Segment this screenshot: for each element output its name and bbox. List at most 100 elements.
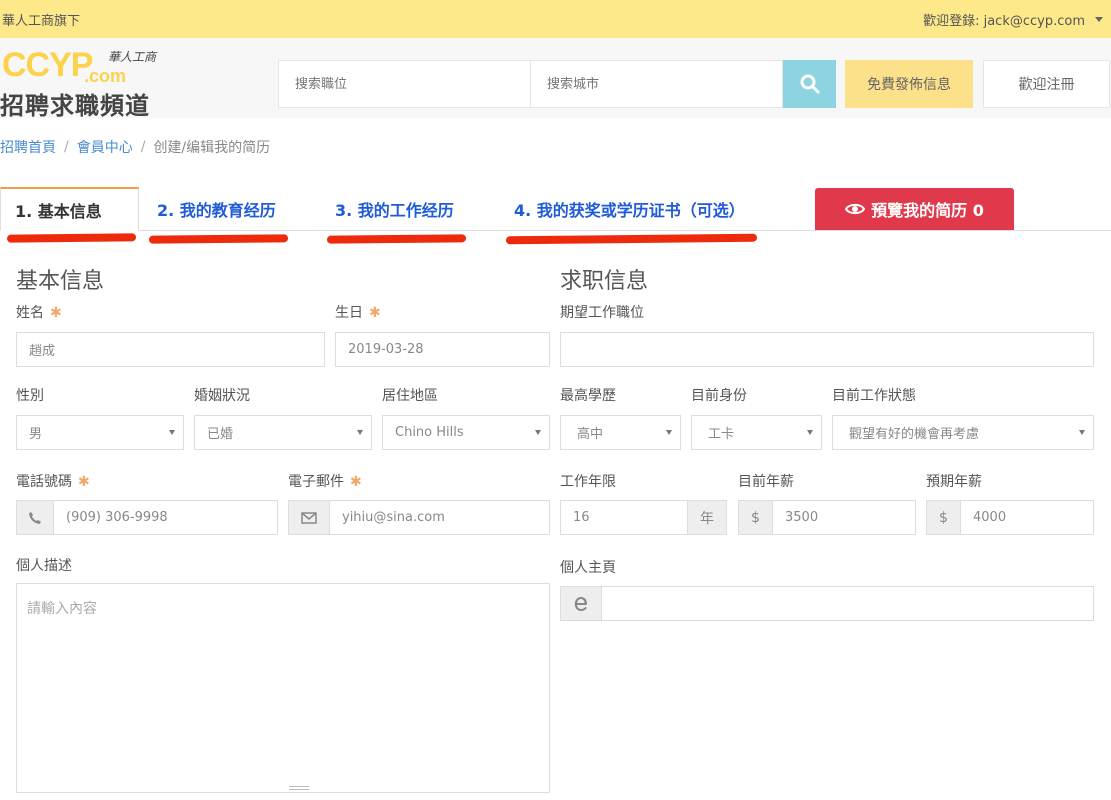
- email-label: 電子郵件 ✱: [288, 471, 362, 491]
- preview-label: 預覽我的简历 0: [871, 201, 984, 220]
- phone-icon-addon: [16, 500, 54, 535]
- preview-resume-button[interactable]: 預覽我的简历 0: [815, 188, 1014, 230]
- header: CCYP .com 華人工商 招聘求職頻道 免費發佈信息 歡迎注冊: [0, 38, 1111, 120]
- annotation-underline: [326, 234, 466, 244]
- work-state-label: 目前工作狀態: [832, 388, 916, 404]
- years-unit-addon: 年: [687, 500, 727, 535]
- search-icon: [800, 74, 819, 94]
- description-placeholder: 請輸入內容: [27, 601, 97, 617]
- education-select[interactable]: 高中: [560, 415, 681, 450]
- eye-icon: [845, 203, 866, 215]
- envelope-icon: [301, 511, 317, 524]
- logo-brand: CCYP: [2, 46, 93, 84]
- birth-label-text: 生日: [335, 305, 363, 321]
- post-info-button[interactable]: 免費發佈信息: [845, 60, 973, 108]
- tab-work-experience[interactable]: 3. 我的工作经历: [321, 187, 468, 244]
- identity-label: 目前身份: [691, 388, 747, 404]
- breadcrumb-current: 创建/编辑我的简历: [153, 140, 271, 156]
- identity-value: 工卡: [708, 427, 735, 442]
- required-asterisk-icon: ✱: [369, 305, 381, 321]
- region-label: 居住地區: [382, 388, 438, 404]
- caret-down-icon: [1095, 16, 1103, 22]
- email-input[interactable]: yihiu@sina.com: [329, 500, 550, 535]
- work-state-value: 觀望有好的機會再考慮: [849, 427, 980, 442]
- annotation-underline: [6, 233, 137, 243]
- gender-value: 男: [29, 427, 43, 442]
- position-input[interactable]: [560, 332, 1094, 367]
- email-label-text: 電子郵件: [288, 474, 344, 490]
- region-value: Chino Hills: [395, 425, 464, 440]
- current-salary-label: 目前年薪: [738, 474, 794, 490]
- tab-education[interactable]: 2. 我的教育经历: [143, 187, 290, 244]
- annotation-underline: [148, 234, 288, 244]
- gender-select[interactable]: 男: [16, 415, 184, 450]
- site-logo[interactable]: CCYP .com 華人工商 招聘求職頻道: [0, 46, 175, 120]
- marital-label: 婚姻狀況: [194, 388, 250, 404]
- city-search-input[interactable]: [531, 60, 783, 108]
- logo-tagline: 華人工商: [108, 50, 157, 64]
- search-button[interactable]: [783, 60, 836, 108]
- ie-browser-icon: [574, 596, 587, 611]
- chevron-down-icon: [535, 430, 541, 435]
- phone-label-text: 電話號碼: [16, 474, 72, 490]
- search-bar: [278, 60, 836, 108]
- tab-label: 4. 我的获奖或学历证书（可选）: [514, 201, 745, 220]
- breadcrumb-separator: /: [140, 139, 146, 155]
- register-button[interactable]: 歡迎注冊: [983, 60, 1110, 108]
- resize-handle-icon[interactable]: [289, 786, 309, 790]
- tab-label: 1. 基本信息: [15, 201, 102, 221]
- expected-salary-input[interactable]: 4000: [960, 500, 1094, 535]
- current-salary-input[interactable]: 3500: [772, 500, 916, 535]
- marital-select[interactable]: 已婚: [194, 415, 372, 450]
- years-input[interactable]: 16: [560, 500, 688, 535]
- phone-input[interactable]: (909) 306-9998: [53, 500, 278, 535]
- identity-select[interactable]: 工卡: [691, 415, 822, 450]
- breadcrumb-home[interactable]: 招聘首頁: [0, 137, 56, 157]
- breadcrumb: 招聘首頁 / 會員中心 / 创建/编辑我的简历: [0, 137, 270, 157]
- name-input[interactable]: 趙成: [16, 332, 325, 367]
- top-bar: 華人工商旗下 歡迎登錄: jack@ccyp.com: [0, 0, 1111, 38]
- homepage-label: 個人主頁: [560, 560, 616, 576]
- phone-label: 電話號碼 ✱: [16, 471, 90, 491]
- position-label: 期望工作職位: [560, 305, 644, 321]
- required-asterisk-icon: ✱: [350, 474, 362, 490]
- dollar-icon: $: [926, 500, 961, 535]
- education-value: 高中: [577, 427, 604, 442]
- work-state-select[interactable]: 觀望有好的機會再考慮: [832, 415, 1094, 450]
- job-search-input[interactable]: [278, 60, 531, 108]
- chevron-down-icon: [357, 430, 363, 435]
- homepage-icon-addon: [560, 586, 602, 621]
- tab-label: 2. 我的教育经历: [157, 201, 276, 220]
- email-icon-addon: [288, 500, 330, 535]
- basic-info-title: 基本信息: [16, 269, 105, 294]
- name-label: 姓名 ✱: [16, 302, 62, 322]
- education-label: 最高學歷: [560, 388, 616, 404]
- chevron-down-icon: [169, 430, 175, 435]
- dollar-icon: $: [738, 500, 773, 535]
- description-label: 個人描述: [16, 558, 72, 574]
- homepage-input[interactable]: [601, 586, 1094, 621]
- birth-label: 生日 ✱: [335, 302, 381, 322]
- tab-label: 3. 我的工作经历: [335, 201, 454, 220]
- gender-label: 性別: [16, 388, 44, 404]
- chevron-down-icon: [666, 430, 672, 435]
- chevron-down-icon: [1079, 430, 1085, 435]
- chevron-down-icon: [807, 430, 813, 435]
- required-asterisk-icon: ✱: [78, 474, 90, 490]
- phone-icon: [29, 511, 41, 524]
- group-label: 華人工商旗下: [2, 13, 81, 29]
- breadcrumb-member[interactable]: 會員中心: [77, 137, 133, 157]
- years-label: 工作年限: [560, 474, 616, 490]
- job-info-title: 求职信息: [560, 269, 649, 294]
- description-textarea[interactable]: 請輸入內容: [16, 583, 550, 793]
- region-select[interactable]: Chino Hills: [382, 415, 550, 450]
- birthday-input[interactable]: 2019-03-28: [335, 332, 550, 367]
- tab-awards-certificates[interactable]: 4. 我的获奖或学历证书（可选）: [500, 187, 759, 245]
- annotation-underline: [505, 233, 757, 245]
- tab-basic-info[interactable]: 1. 基本信息: [0, 187, 139, 243]
- breadcrumb-separator: /: [64, 139, 69, 155]
- welcome-text: 歡迎登錄: jack@ccyp.com: [923, 13, 1085, 29]
- required-asterisk-icon: ✱: [50, 305, 62, 321]
- marital-value: 已婚: [207, 427, 234, 442]
- user-menu[interactable]: 歡迎登錄: jack@ccyp.com: [923, 10, 1103, 29]
